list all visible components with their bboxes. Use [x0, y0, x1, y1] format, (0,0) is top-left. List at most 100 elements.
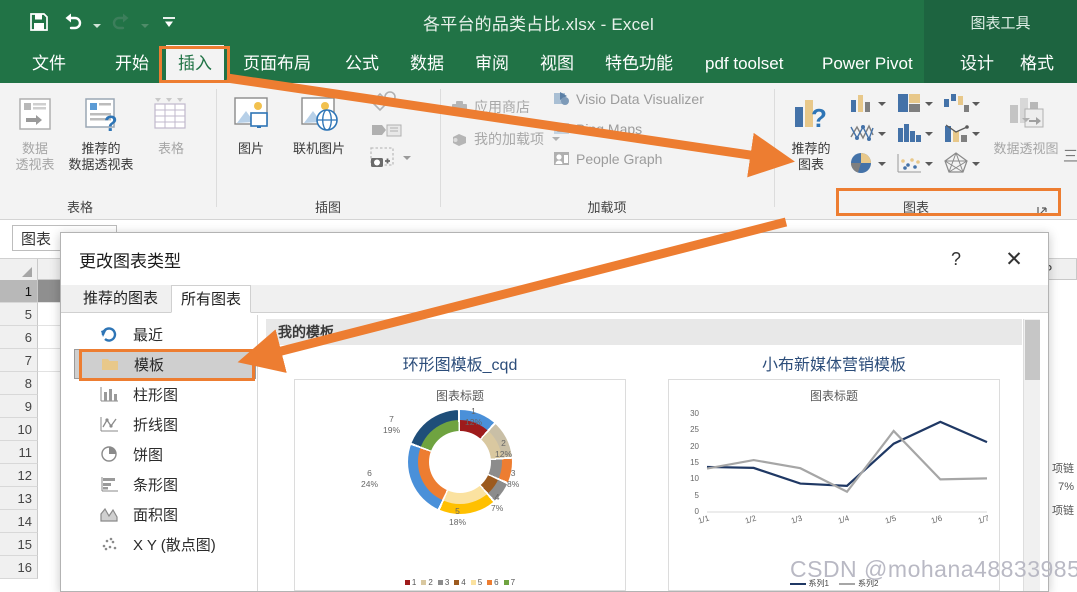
- waterfall-chart-dropdown[interactable]: [942, 91, 982, 117]
- legend-swatch: [421, 580, 427, 585]
- scatter-chart-caret-icon[interactable]: [923, 162, 935, 166]
- row-header-10[interactable]: 10: [0, 418, 38, 441]
- donut-label-4: 4 7%: [491, 492, 504, 513]
- hierarchy-chart-dropdown[interactable]: [895, 91, 935, 117]
- chart-category-1[interactable]: 模板: [74, 349, 256, 379]
- chart-category-6[interactable]: 面积图: [74, 499, 256, 529]
- template-preview-donut: 图表标题 1 12% 2 12% 3 8% 4 7% 5 18% 6 24% 7 19%: [294, 379, 626, 591]
- visio-data-visualizer-button[interactable]: Visio Data Visualizer: [552, 89, 704, 108]
- ribbon-separator-2: [440, 89, 441, 207]
- line-chart-title: 图表标题: [809, 389, 858, 403]
- tab-recommended-charts[interactable]: 推荐的图表: [74, 285, 167, 313]
- recommended-pivot-table-label-1: 推荐的: [81, 141, 121, 156]
- row-header-15[interactable]: 15: [0, 533, 38, 556]
- tab-formulas[interactable]: 公式: [335, 45, 389, 83]
- row-header-14[interactable]: 14: [0, 510, 38, 533]
- chart-dialog-launcher[interactable]: [1036, 205, 1048, 217]
- pivot-table-button[interactable]: 数据 透视表: [2, 89, 68, 173]
- tab-features[interactable]: 特色功能: [595, 45, 683, 83]
- tab-view[interactable]: 视图: [530, 45, 584, 83]
- recommended-pivot-table-button[interactable]: ? 推荐的 数据透视表: [62, 89, 140, 173]
- row-header-5[interactable]: 5: [0, 303, 38, 326]
- table-icon: [142, 89, 200, 141]
- tab-home[interactable]: 开始: [105, 45, 159, 83]
- picture-label: 图片: [237, 141, 264, 156]
- tab-design[interactable]: 设计: [950, 45, 1004, 83]
- template-item-donut[interactable]: 环形图模板_cqd 图表标题 1 12% 2 12% 3 8% 4 7% 5 18% 62…: [280, 351, 640, 591]
- row-header-9[interactable]: 9: [0, 395, 38, 418]
- statistic-chart-dropdown[interactable]: [895, 121, 935, 147]
- y-tick-30: 30: [690, 409, 699, 418]
- donut-legend-item: 1: [404, 578, 416, 587]
- dialog-help-button[interactable]: ?: [942, 245, 970, 273]
- pivot-chart-button[interactable]: 数据透视图: [988, 89, 1064, 157]
- ribbon-group-addins: 应用商店 我的加载项 Visio Data Visualizer Bing Ma…: [442, 83, 772, 219]
- document-title: 各平台的品类占比.xlsx - Excel: [423, 15, 654, 34]
- gallery-scrollbar[interactable]: [1023, 319, 1040, 591]
- people-graph-button[interactable]: People Graph: [552, 149, 662, 168]
- row-header-8[interactable]: 8: [0, 372, 38, 395]
- column-chart-dropdown[interactable]: [848, 91, 888, 117]
- row-header-13[interactable]: 13: [0, 487, 38, 510]
- statistic-chart-caret-icon[interactable]: [923, 132, 935, 136]
- chart-category-label: X Y (散点图): [133, 536, 216, 554]
- tab-page-layout[interactable]: 页面布局: [233, 45, 321, 83]
- chart-category-0[interactable]: 最近: [74, 319, 256, 349]
- chart-category-5[interactable]: 条形图: [74, 469, 256, 499]
- pie-chart-dropdown[interactable]: [848, 151, 888, 177]
- hierarchy-chart-icon: [895, 91, 923, 117]
- smartart-button[interactable]: [370, 119, 404, 146]
- row-header-7[interactable]: 7: [0, 349, 38, 372]
- radar-chart-caret-icon[interactable]: [970, 162, 982, 166]
- column-chart-caret-icon[interactable]: [876, 102, 888, 106]
- gallery-scrollbar-thumb[interactable]: [1025, 320, 1040, 380]
- row-header-16[interactable]: 16: [0, 556, 38, 579]
- chart-category-label: 面积图: [133, 506, 179, 524]
- waterfall-chart-caret-icon[interactable]: [970, 102, 982, 106]
- radar-chart-dropdown[interactable]: [942, 151, 982, 177]
- legend-swatch: [404, 580, 410, 585]
- chart-category-2[interactable]: 柱形图: [74, 379, 256, 409]
- recommended-charts-button[interactable]: ? 推荐的 图表: [780, 89, 842, 173]
- my-addins-button[interactable]: 我的加载项: [450, 129, 560, 149]
- line-chart-caret-icon[interactable]: [876, 132, 888, 136]
- contextual-tools-label: 图表工具: [924, 0, 1077, 45]
- scatter-chart-dropdown[interactable]: [895, 151, 935, 177]
- donut-label-5: 5 18%: [449, 506, 467, 527]
- donut-legend-item: 7: [503, 578, 515, 587]
- shapes-icon: [370, 91, 396, 112]
- pie-chart-caret-icon[interactable]: [876, 162, 888, 166]
- row-header-6[interactable]: 6: [0, 326, 38, 349]
- online-picture-button[interactable]: 联机图片: [280, 89, 358, 157]
- chart-category-3[interactable]: 折线图: [74, 409, 256, 439]
- chart-category-4[interactable]: 饼图: [74, 439, 256, 469]
- dialog-body: 最近 模板 柱形图 折线图 饼图 条形图 面积图 X Y (散点图) 我的模板 环形图模板_c…: [61, 313, 1048, 591]
- line-chart-dropdown[interactable]: [848, 121, 888, 147]
- tab-data[interactable]: 数据: [400, 45, 454, 83]
- tab-power-pivot[interactable]: Power Pivot: [812, 45, 923, 83]
- table-button[interactable]: 表格: [142, 89, 200, 157]
- row-header-12[interactable]: 12: [0, 464, 38, 487]
- chart-category-7[interactable]: X Y (散点图): [74, 529, 256, 559]
- shapes-button[interactable]: [368, 91, 402, 120]
- picture-button[interactable]: 图片: [218, 89, 284, 157]
- tab-insert[interactable]: 插入: [166, 45, 224, 83]
- template-item-line[interactable]: 小布新媒体营销模板 图表标题 0 5 10 15 20 25 30 1/1 1/2 1/3 1/4…: [654, 351, 1014, 591]
- dialog-title: 更改图表类型: [79, 251, 181, 271]
- row-header-11[interactable]: 11: [0, 441, 38, 464]
- combo-chart-dropdown[interactable]: [942, 121, 982, 147]
- tab-format[interactable]: 格式: [1010, 45, 1064, 83]
- tab-review[interactable]: 审阅: [465, 45, 519, 83]
- pivot-chart-caret-icon[interactable]: [1022, 118, 1030, 137]
- tab-all-charts[interactable]: 所有图表: [171, 285, 252, 313]
- dialog-close-button[interactable]: ✕: [998, 245, 1030, 273]
- tab-file[interactable]: 文件: [22, 45, 76, 83]
- tab-pdf-toolset[interactable]: pdf toolset: [695, 45, 793, 83]
- store-button[interactable]: 应用商店: [450, 97, 530, 117]
- select-all-corner[interactable]: [0, 259, 38, 280]
- row-header-1[interactable]: 1: [0, 280, 38, 303]
- screenshot-button[interactable]: [368, 145, 411, 171]
- hierarchy-chart-caret-icon[interactable]: [923, 102, 935, 106]
- bing-maps-button[interactable]: Bing Maps: [552, 119, 642, 138]
- combo-chart-caret-icon[interactable]: [970, 132, 982, 136]
